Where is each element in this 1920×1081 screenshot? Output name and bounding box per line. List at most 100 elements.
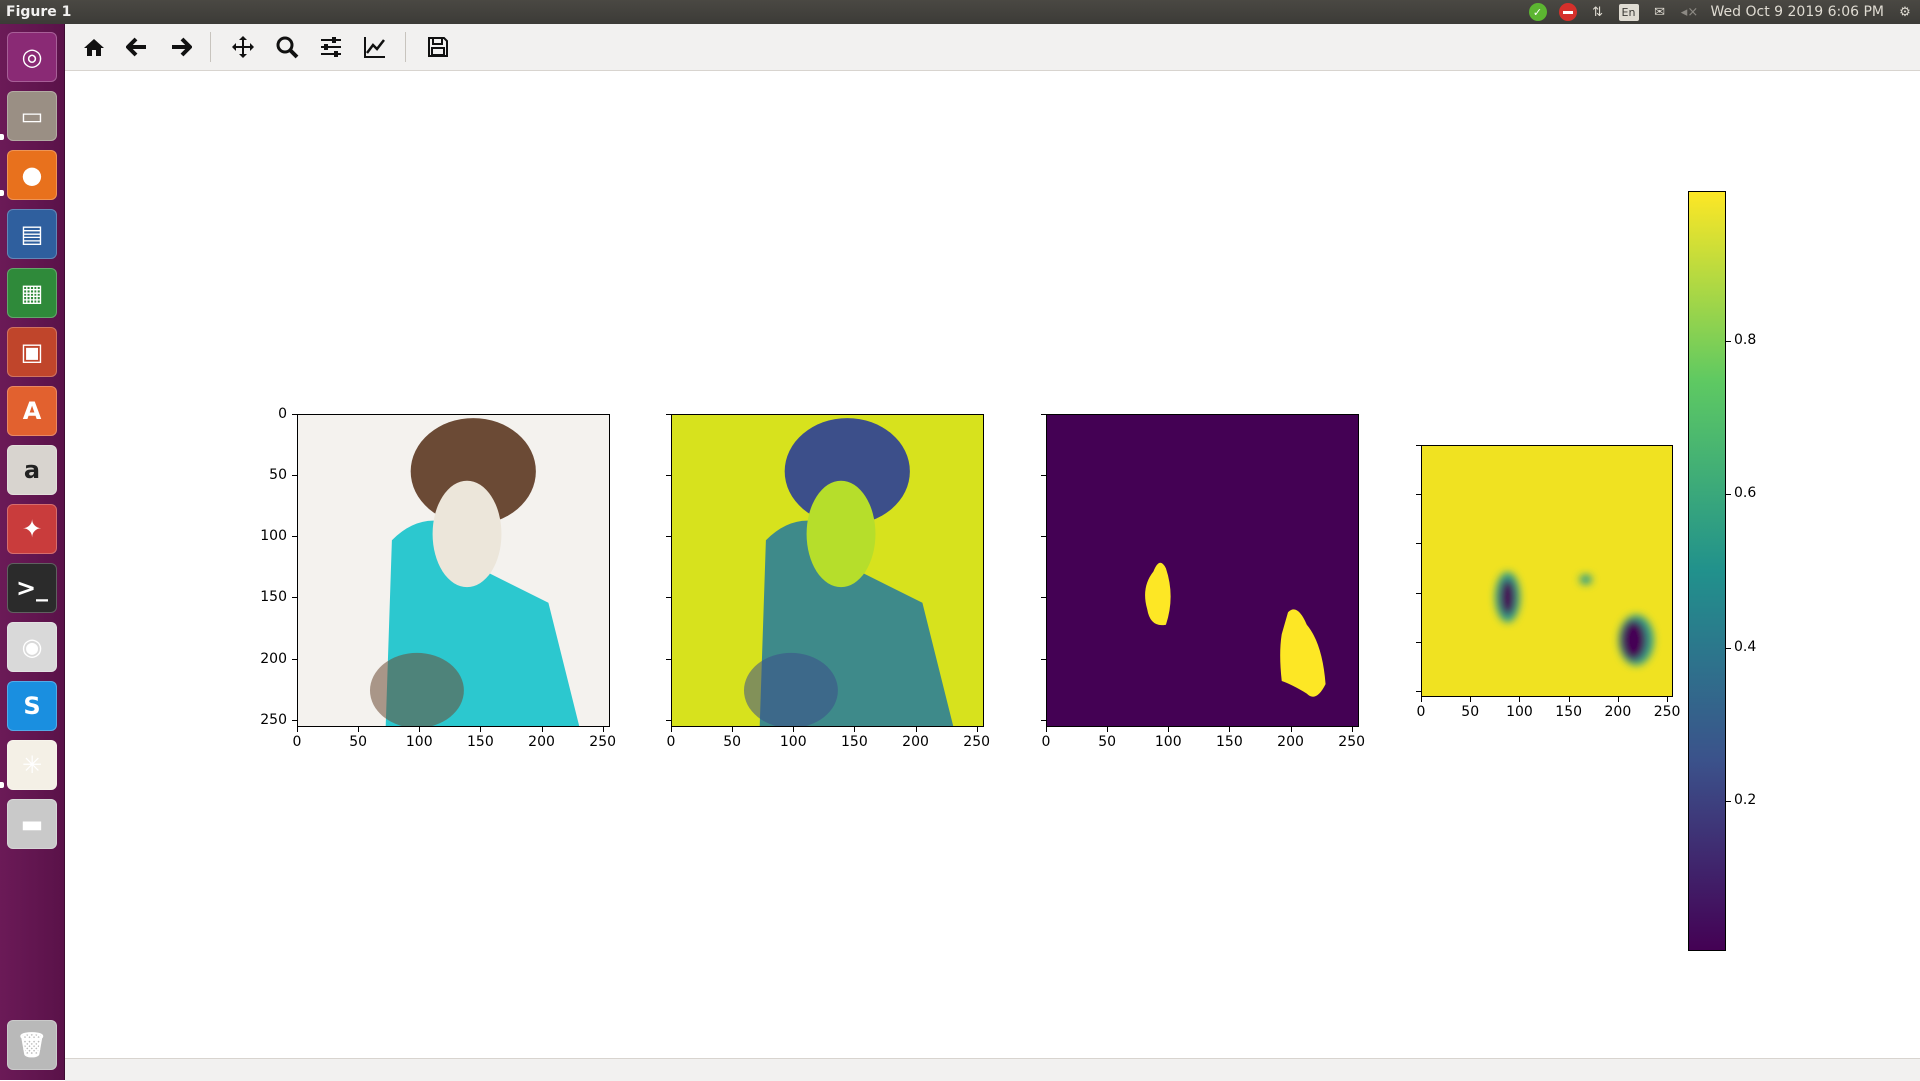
x-tick-mark — [671, 727, 672, 732]
x-tick-label: 200 — [902, 734, 929, 750]
y-tick-mark — [292, 475, 297, 477]
amazon-icon[interactable]: a — [7, 445, 57, 495]
y-tick-label: 200 — [260, 650, 287, 667]
y-tick-label: 50 — [269, 467, 287, 484]
toolbar-separator — [405, 32, 406, 62]
skype-icon[interactable]: S — [7, 681, 57, 731]
prediction-axes[interactable] — [1421, 445, 1673, 697]
x-tick-label: 100 — [1154, 734, 1182, 750]
x-tick-mark — [1470, 697, 1472, 702]
settings-gear-icon[interactable]: ⚙ — [1896, 3, 1914, 21]
trash-icon[interactable]: 🗑 — [7, 1020, 57, 1070]
x-tick-mark — [1046, 727, 1047, 732]
x-tick-label: 50 — [349, 734, 368, 750]
x-tick-mark — [358, 727, 360, 732]
app-pinwheel-icon[interactable]: ✳ — [7, 740, 57, 790]
x-tick-mark — [1168, 727, 1170, 732]
running-indicator — [0, 190, 4, 196]
configure-subplots-icon[interactable] — [317, 33, 345, 61]
figure-statusbar — [65, 1058, 1920, 1081]
stop-icon[interactable] — [1558, 3, 1577, 21]
y-tick-mark — [292, 536, 297, 538]
y-tick-mark — [666, 719, 671, 721]
terminal-icon[interactable]: >_ — [7, 563, 57, 613]
home-icon[interactable] — [80, 33, 108, 61]
y-tick-label: 0 — [278, 406, 287, 422]
disk-icon[interactable]: ▬ — [7, 799, 57, 849]
volume-muted-icon[interactable]: ◂× — [1681, 3, 1699, 21]
x-tick-mark — [732, 727, 734, 732]
y-tick-mark — [1041, 658, 1046, 660]
back-arrow-icon[interactable] — [123, 33, 151, 61]
mask-axes[interactable] — [1046, 414, 1359, 727]
y-tick-mark — [1416, 691, 1421, 693]
chrome-icon[interactable]: ◉ — [7, 622, 57, 672]
grayscale-viridis-axes[interactable] — [671, 414, 984, 727]
software-center-icon[interactable]: A — [7, 386, 57, 436]
mail-icon[interactable]: ✉ — [1651, 3, 1669, 21]
x-tick-mark — [976, 727, 978, 732]
x-tick-label: 150 — [841, 734, 868, 750]
firefox-icon[interactable]: ● — [7, 150, 57, 200]
x-tick-mark — [1568, 697, 1570, 702]
y-tick-mark — [666, 536, 671, 538]
top-panel: Figure 1 ✓ ⇅ En ✉ ◂× Wed Oct 9 2019 6:06… — [0, 0, 1920, 24]
x-tick-label: 250 — [1653, 704, 1681, 720]
edit-axes-chart-icon[interactable] — [361, 33, 389, 61]
y-tick-mark — [1416, 543, 1421, 545]
x-tick-label: 0 — [666, 734, 676, 750]
toolbar-separator — [210, 32, 211, 62]
x-tick-label: 200 — [528, 734, 555, 750]
colorbar-tick-label: 0.4 — [1734, 638, 1757, 655]
window-title: Figure 1 — [6, 4, 72, 20]
y-tick-mark — [1041, 414, 1046, 415]
save-floppy-icon[interactable] — [424, 33, 452, 61]
ubuntu-dash-icon[interactable]: ◎ — [7, 32, 57, 82]
y-tick-mark — [1041, 536, 1046, 538]
x-tick-label: 200 — [1604, 704, 1632, 720]
files-icon[interactable]: ▭ — [7, 91, 57, 141]
x-tick-mark — [297, 727, 298, 732]
x-tick-label: 50 — [1461, 704, 1480, 720]
impress-icon[interactable]: ▣ — [7, 327, 57, 377]
y-tick-label: 150 — [260, 589, 287, 606]
y-tick-mark — [1416, 494, 1421, 496]
pan-move-icon[interactable] — [229, 33, 257, 61]
x-tick-label: 0 — [1041, 734, 1051, 750]
y-tick-mark — [666, 658, 671, 660]
colorbar-tick-label: 0.6 — [1734, 485, 1757, 502]
keyboard-language-indicator[interactable]: En — [1618, 3, 1639, 21]
y-tick-mark — [1041, 719, 1046, 721]
original-image-axes[interactable] — [297, 414, 610, 727]
x-tick-label: 100 — [1506, 704, 1533, 720]
y-tick-mark — [666, 414, 671, 415]
writer-icon[interactable]: ▤ — [7, 209, 57, 259]
y-tick-mark — [1041, 597, 1046, 599]
clock[interactable]: Wed Oct 9 2019 6:06 PM — [1711, 4, 1884, 20]
x-tick-mark — [602, 727, 604, 732]
system-tray: ✓ ⇅ En ✉ ◂× Wed Oct 9 2019 6:06 PM ⚙ — [1528, 0, 1914, 24]
colorbar-tick-mark — [1726, 340, 1731, 342]
figure-canvas[interactable]: 0 50 100 150 200 250 0 50 100 150 200 250 0 50 100 150… — [65, 71, 1920, 1058]
update-ok-icon[interactable]: ✓ — [1528, 3, 1547, 21]
x-tick-label: 100 — [779, 734, 807, 750]
x-tick-label: 200 — [1277, 734, 1304, 750]
zoom-magnifier-icon[interactable] — [273, 33, 301, 61]
x-tick-mark — [915, 727, 917, 732]
x-tick-mark — [793, 727, 795, 732]
system-settings-icon[interactable]: ✦ — [7, 504, 57, 554]
colorbar-tick-mark — [1726, 494, 1731, 496]
x-tick-mark — [1290, 727, 1292, 732]
forward-arrow-icon[interactable] — [167, 33, 195, 61]
calc-icon[interactable]: ▦ — [7, 268, 57, 318]
network-icon[interactable]: ⇅ — [1589, 3, 1607, 21]
colorbar[interactable] — [1688, 191, 1726, 951]
colorbar-tick-label: 0.2 — [1734, 792, 1757, 809]
y-tick-label: 100 — [260, 528, 287, 545]
x-tick-mark — [1229, 727, 1231, 732]
x-tick-mark — [419, 727, 421, 732]
launcher: ◎ ▭ ● ▤ ▦ ▣ Aa ✦ >_ ◉ S ✳ ▬ 🗑 — [0, 24, 65, 1080]
y-tick-mark — [1416, 445, 1421, 446]
running-indicator — [0, 134, 4, 140]
y-tick-mark — [666, 597, 671, 599]
